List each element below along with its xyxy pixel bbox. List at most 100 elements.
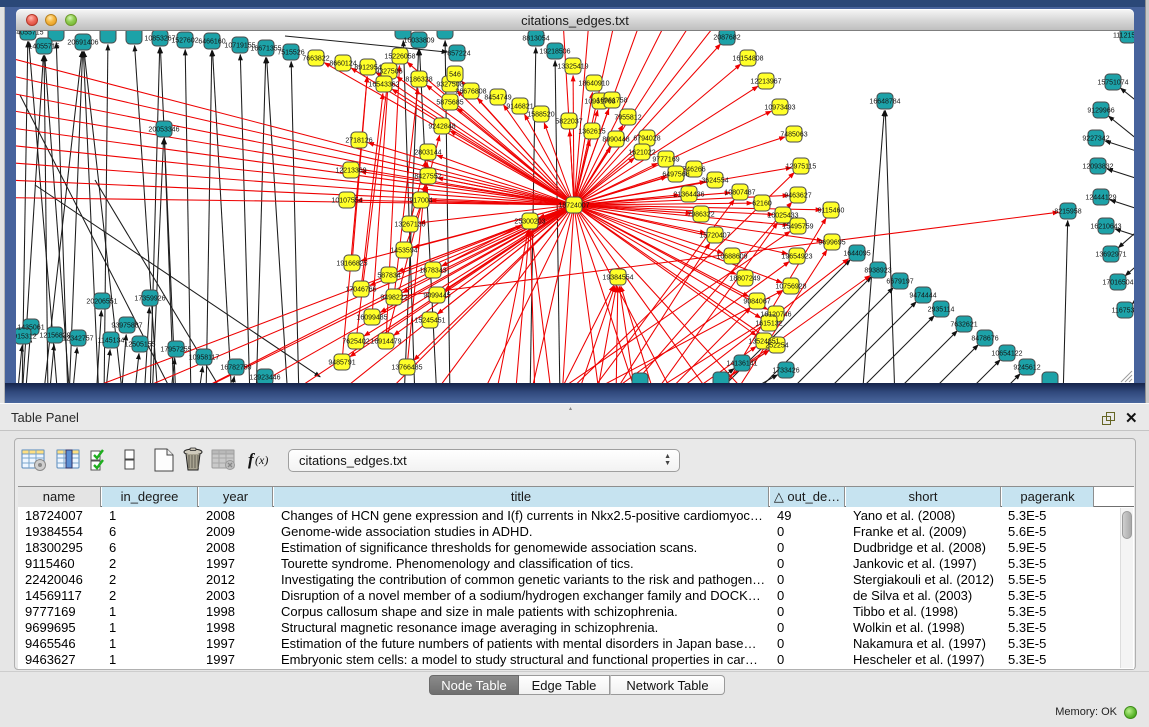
svg-text:18807249: 18807249: [729, 276, 760, 283]
svg-text:1615132: 1615132: [755, 321, 782, 328]
svg-text:9327508: 9327508: [436, 82, 463, 89]
svg-text:587834: 587834: [377, 273, 400, 280]
svg-text:16154808: 16154808: [732, 56, 763, 63]
svg-text:2935114: 2935114: [928, 307, 955, 314]
svg-text:10958117: 10958117: [189, 355, 220, 362]
svg-text:1435061: 1435061: [17, 325, 44, 332]
svg-text:16782759: 16782759: [220, 365, 251, 372]
svg-text:6466160: 6466160: [198, 39, 225, 46]
svg-text:10688609: 10688609: [716, 254, 747, 261]
svg-text:16033809: 16033809: [403, 38, 434, 45]
svg-text:7515526: 7515526: [277, 50, 304, 57]
svg-text:1588520: 1588520: [527, 112, 554, 119]
svg-text:7663822: 7663822: [302, 56, 329, 63]
svg-text:11121509: 11121509: [1113, 33, 1134, 40]
svg-text:16543362: 16543362: [368, 82, 399, 89]
svg-text:5822037: 5822037: [555, 119, 582, 126]
svg-text:19166825: 19166825: [336, 261, 367, 268]
svg-text:1145134: 1145134: [98, 338, 125, 345]
svg-text:8478676: 8478676: [971, 336, 998, 343]
svg-text:12975115: 12975115: [786, 164, 817, 171]
svg-text:12213967: 12213967: [750, 79, 781, 86]
svg-text:8186328: 8186328: [405, 77, 432, 84]
svg-text:10654122: 10654122: [991, 351, 1022, 358]
svg-text:8990448: 8990448: [602, 137, 629, 144]
svg-text:9474444: 9474444: [909, 293, 936, 300]
svg-text:19218506: 19218506: [539, 49, 570, 56]
svg-text:10973493: 10973493: [764, 105, 795, 112]
svg-text:9115460: 9115460: [818, 208, 845, 215]
svg-text:12213369: 12213369: [335, 168, 366, 175]
svg-text:12444129: 12444129: [1085, 195, 1116, 202]
svg-text:6794028: 6794028: [633, 136, 660, 143]
svg-text:2087682: 2087682: [713, 35, 740, 42]
svg-text:2803144: 2803144: [414, 150, 441, 157]
svg-text:16099485: 16099485: [356, 315, 387, 322]
svg-text:14136141: 14136141: [726, 361, 757, 368]
svg-text:9463627: 9463627: [784, 193, 811, 200]
svg-text:252254: 252254: [765, 343, 788, 350]
svg-text:1621022: 1621022: [628, 150, 655, 157]
svg-text:16648784: 16648784: [869, 99, 900, 106]
svg-text:7857224: 7857224: [443, 51, 470, 58]
svg-text:9242848: 9242848: [428, 124, 455, 131]
svg-text:16210643: 16210643: [1090, 224, 1121, 231]
svg-text:6497568: 6497568: [662, 172, 689, 179]
svg-text:16120746: 16120746: [760, 312, 791, 319]
svg-text:3624554: 3624554: [701, 178, 728, 185]
svg-text:(x): (x): [255, 453, 268, 467]
svg-text:15245451: 15245451: [414, 318, 445, 325]
svg-text:9129966: 9129966: [1087, 108, 1114, 115]
svg-text:9485791: 9485791: [328, 360, 355, 367]
svg-text:7955812: 7955812: [614, 115, 641, 122]
svg-text:1167534: 1167534: [1112, 308, 1134, 315]
svg-text:10025433: 10025433: [767, 213, 798, 220]
svg-text:15495759: 15495759: [782, 224, 813, 231]
svg-text:18640910: 18640910: [578, 81, 609, 88]
svg-text:2718126: 2718126: [345, 138, 372, 145]
svg-text:9146821: 9146821: [506, 104, 533, 111]
svg-text:20206551: 20206551: [86, 299, 117, 306]
svg-text:17046766: 17046766: [345, 287, 376, 294]
svg-text:8427552: 8427552: [414, 174, 441, 181]
svg-text:10807487: 10807487: [724, 190, 755, 197]
svg-text:20053346: 20053346: [148, 127, 179, 134]
svg-text:8938923: 8938923: [864, 268, 891, 275]
svg-text:7986322: 7986322: [687, 212, 714, 219]
svg-text:7485063: 7485063: [780, 132, 807, 139]
svg-text:93975887: 93975887: [111, 323, 142, 330]
svg-text:17957255: 17957255: [160, 347, 191, 354]
svg-text:16961758: 16961758: [596, 98, 627, 105]
svg-text:14055715: 14055715: [28, 44, 59, 51]
svg-text:1878343: 1878343: [419, 268, 446, 275]
svg-text:19654923: 19654923: [781, 254, 812, 261]
svg-text:1733426: 1733426: [772, 368, 799, 375]
svg-text:13692971: 13692971: [1095, 252, 1126, 259]
svg-text:12923446: 12923446: [249, 375, 280, 382]
svg-text:16914479: 16914479: [370, 339, 401, 346]
svg-text:9227342: 9227342: [1082, 136, 1109, 143]
svg-text:7632621: 7632621: [950, 322, 977, 329]
svg-text:8660124: 8660124: [329, 61, 356, 68]
svg-text:8454749: 8454749: [484, 95, 511, 102]
svg-text:5875685: 5875685: [436, 100, 463, 107]
svg-text:7625402: 7625402: [342, 339, 369, 346]
svg-text:917004: 917004: [409, 198, 432, 205]
svg-text:8813054: 8813054: [522, 36, 549, 43]
svg-text:1362615: 1362615: [578, 129, 605, 136]
svg-text:9245612: 9245612: [1013, 365, 1040, 372]
svg-text:10756928: 10756928: [775, 284, 806, 291]
svg-text:546: 546: [449, 72, 461, 79]
svg-text:9699695: 9699695: [818, 240, 845, 247]
svg-text:1527602: 1527602: [171, 38, 198, 45]
svg-text:15226058: 15226058: [384, 54, 415, 61]
svg-text:25300203: 25300203: [514, 219, 545, 226]
svg-text:13766485: 13766485: [391, 365, 422, 372]
svg-text:21364436: 21364436: [673, 192, 704, 199]
svg-text:17359926: 17359926: [134, 296, 165, 303]
svg-text:9084067: 9084067: [743, 299, 770, 306]
svg-text:12093832: 12093832: [1082, 164, 1113, 171]
svg-text:1644095: 1644095: [843, 251, 870, 258]
svg-text:26676808: 26676808: [455, 89, 486, 96]
svg-text:12342757: 12342757: [62, 336, 93, 343]
